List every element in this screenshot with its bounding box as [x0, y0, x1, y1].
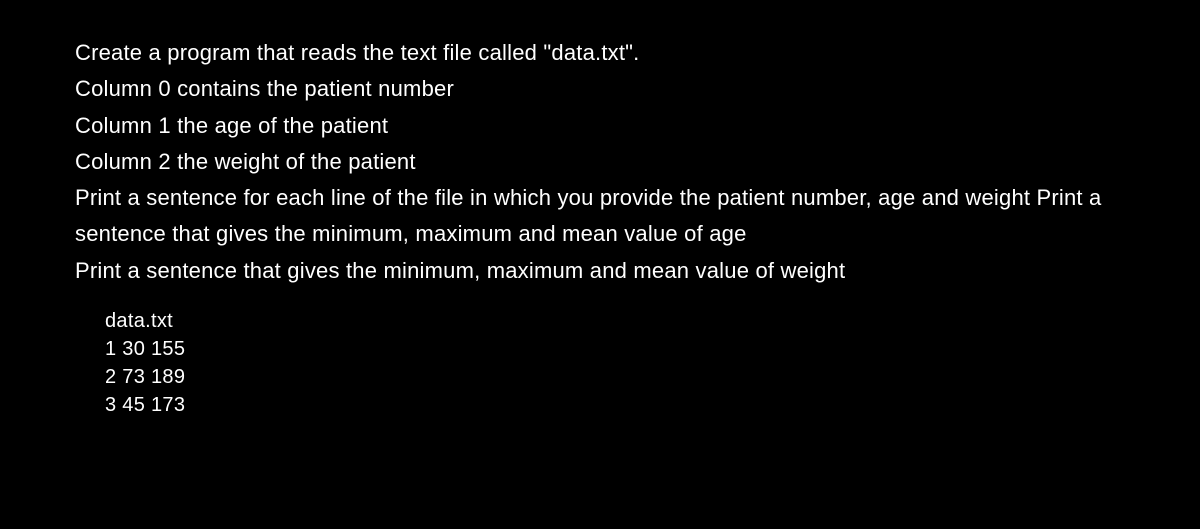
data-row-1: 1 30 155	[105, 335, 1125, 363]
instruction-line-4: Column 2 the weight of the patient	[75, 144, 1125, 180]
data-filename: data.txt	[105, 307, 1125, 335]
data-row-3: 3 45 173	[105, 391, 1125, 419]
problem-statement: Create a program that reads the text fil…	[75, 35, 1125, 289]
instruction-line-2: Column 0 contains the patient number	[75, 71, 1125, 107]
data-row-2: 2 73 189	[105, 363, 1125, 391]
data-file-content: data.txt 1 30 155 2 73 189 3 45 173	[75, 307, 1125, 419]
instruction-line-1: Create a program that reads the text fil…	[75, 35, 1125, 71]
instruction-line-5: Print a sentence for each line of the fi…	[75, 180, 1125, 253]
instruction-line-3: Column 1 the age of the patient	[75, 108, 1125, 144]
instruction-line-6: Print a sentence that gives the minimum,…	[75, 253, 1125, 289]
